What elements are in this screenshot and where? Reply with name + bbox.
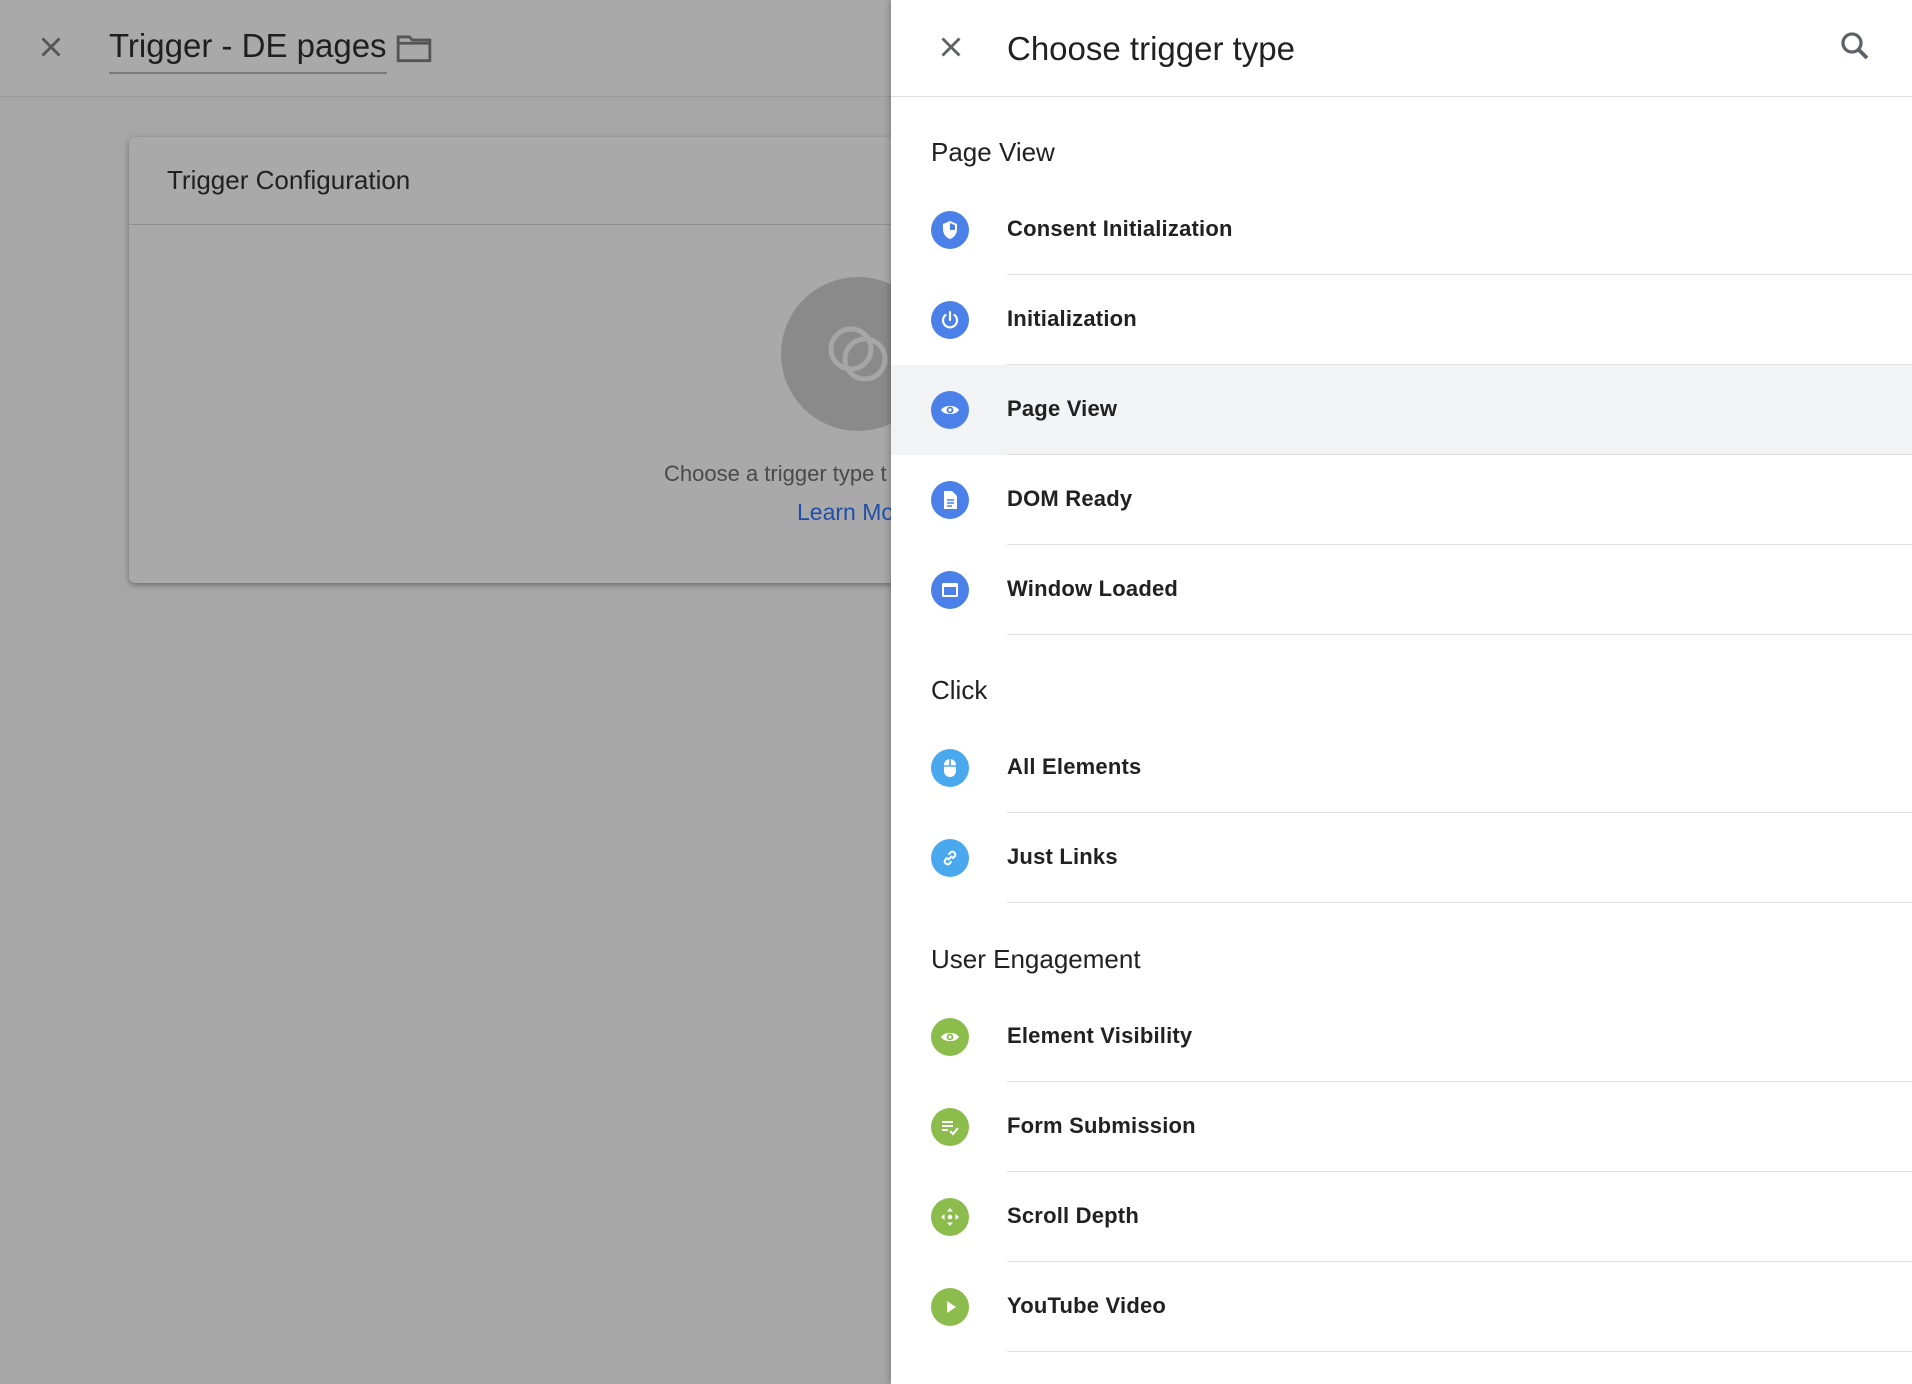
- trigger-type-label: YouTube Video: [1007, 1293, 1167, 1318]
- trigger-type-label: All Elements: [1007, 754, 1142, 779]
- shield-icon: [931, 211, 969, 249]
- trigger-type-label: Page View: [1007, 396, 1118, 421]
- trigger-type-form-submission[interactable]: Form Submission: [891, 1082, 1912, 1172]
- trigger-type-scroll-depth[interactable]: Scroll Depth: [891, 1172, 1912, 1262]
- eye-icon: [931, 391, 969, 429]
- trigger-type-page-view[interactable]: Page View: [891, 365, 1912, 455]
- card-hint: Choose a trigger type t: [664, 461, 887, 486]
- trigger-type-label: Element Visibility: [1007, 1023, 1193, 1048]
- form-check-icon: [931, 1108, 969, 1146]
- trigger-type-all-elements[interactable]: All Elements: [891, 723, 1912, 813]
- eye-icon: [931, 1018, 969, 1056]
- trigger-type-youtube-video[interactable]: YouTube Video: [891, 1262, 1912, 1352]
- trigger-type-window-loaded[interactable]: Window Loaded: [891, 545, 1912, 635]
- window-icon: [931, 571, 969, 609]
- panel-header: Choose trigger type: [891, 0, 1912, 97]
- play-icon: [931, 1288, 969, 1326]
- row-divider: [1007, 634, 1912, 635]
- document-icon: [931, 481, 969, 519]
- power-icon: [931, 301, 969, 339]
- trigger-name-field[interactable]: Trigger - DE pages: [109, 26, 387, 74]
- learn-more-link[interactable]: Learn Mo: [797, 499, 894, 526]
- trigger-type-label: Initialization: [1007, 306, 1137, 331]
- close-icon[interactable]: [934, 30, 968, 64]
- panel-title: Choose trigger type: [1007, 30, 1295, 67]
- trigger-type-dom-ready[interactable]: DOM Ready: [891, 455, 1912, 545]
- scroll-arrows-icon: [931, 1198, 969, 1236]
- mouse-icon: [931, 749, 969, 787]
- trigger-type-label: Scroll Depth: [1007, 1203, 1139, 1228]
- section-title: User Engagement: [931, 944, 1141, 974]
- trigger-type-initialization[interactable]: Initialization: [891, 275, 1912, 365]
- card-title: Trigger Configuration: [167, 165, 411, 195]
- trigger-type-label: Just Links: [1007, 844, 1118, 869]
- search-icon[interactable]: [1837, 28, 1873, 64]
- trigger-type-label: Consent Initialization: [1007, 216, 1233, 241]
- trigger-type-just-links[interactable]: Just Links: [891, 813, 1912, 903]
- close-icon[interactable]: [34, 30, 68, 64]
- trigger-type-element-visibility[interactable]: Element Visibility: [891, 992, 1912, 1082]
- section-title: Click: [931, 675, 988, 705]
- row-divider: [1007, 1351, 1912, 1352]
- trigger-type-consent-initialization[interactable]: Consent Initialization: [891, 185, 1912, 275]
- trigger-type-label: Window Loaded: [1007, 576, 1179, 601]
- row-divider: [1007, 902, 1912, 903]
- link-icon: [931, 839, 969, 877]
- trigger-type-label: DOM Ready: [1007, 486, 1133, 511]
- choose-trigger-panel: Choose trigger type Page View Consent Ini…: [891, 0, 1912, 1384]
- section-title: Page View: [931, 137, 1055, 167]
- trigger-type-label: Form Submission: [1007, 1113, 1196, 1138]
- folder-icon[interactable]: [395, 32, 433, 64]
